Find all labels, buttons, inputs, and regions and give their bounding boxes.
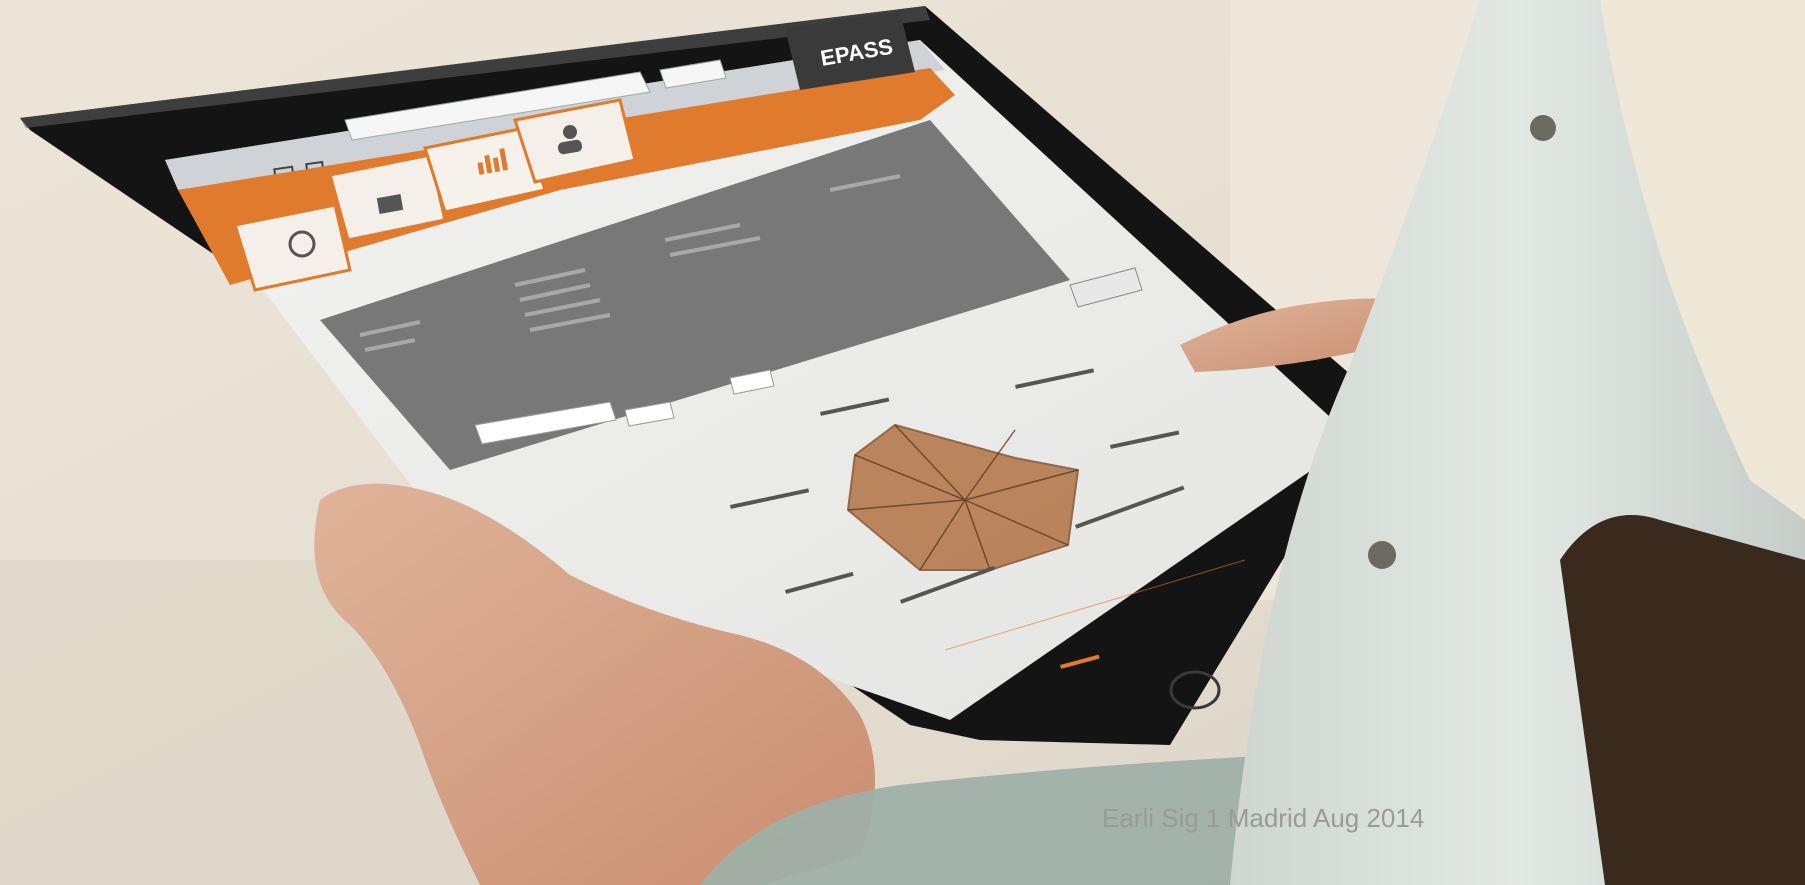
- shirt-button-1: [1530, 115, 1556, 141]
- caption-text: Earli Sig 1 Madrid Aug 2014: [1102, 803, 1425, 833]
- photo-scene: EPASS: [0, 0, 1805, 885]
- shirt-button-2: [1368, 541, 1396, 569]
